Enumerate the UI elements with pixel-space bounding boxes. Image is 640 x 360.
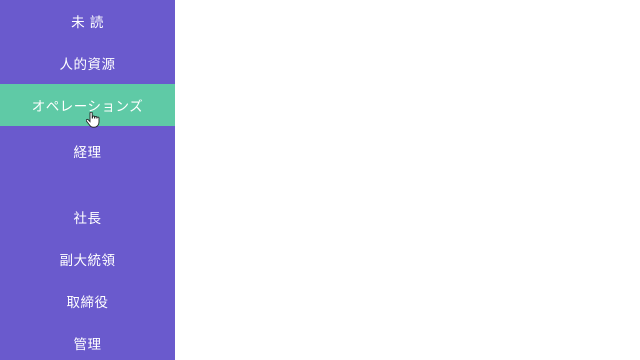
sidebar-item-label: 副大統領: [59, 253, 116, 269]
hand-pointer-icon: [86, 112, 100, 128]
sidebar-item-label: 未 読: [71, 15, 104, 31]
sidebar: 未 読 人的資源 オペレーションズ 経理 社長 副大統領 取締役 管理: [0, 0, 175, 360]
sidebar-item-label: 管理: [73, 337, 102, 353]
main-content-area: [175, 0, 640, 360]
sidebar-item-label: 人的資源: [59, 57, 116, 73]
sidebar-item-human-resources[interactable]: 人的資源: [0, 42, 175, 84]
sidebar-item-unread[interactable]: 未 読: [0, 0, 175, 42]
sidebar-item-label: 経理: [73, 145, 102, 161]
sidebar-item-directors[interactable]: 取締役: [0, 280, 175, 322]
app-window: 未 読 人的資源 オペレーションズ 経理 社長 副大統領 取締役 管理: [0, 0, 640, 360]
sidebar-item-accounting[interactable]: 経理: [0, 130, 175, 172]
sidebar-item-management[interactable]: 管理: [0, 322, 175, 360]
sidebar-item-president[interactable]: 社長: [0, 196, 175, 238]
sidebar-item-vice-president[interactable]: 副大統領: [0, 238, 175, 280]
sidebar-item-label: 社長: [73, 211, 102, 227]
sidebar-item-label: 取締役: [66, 295, 109, 311]
